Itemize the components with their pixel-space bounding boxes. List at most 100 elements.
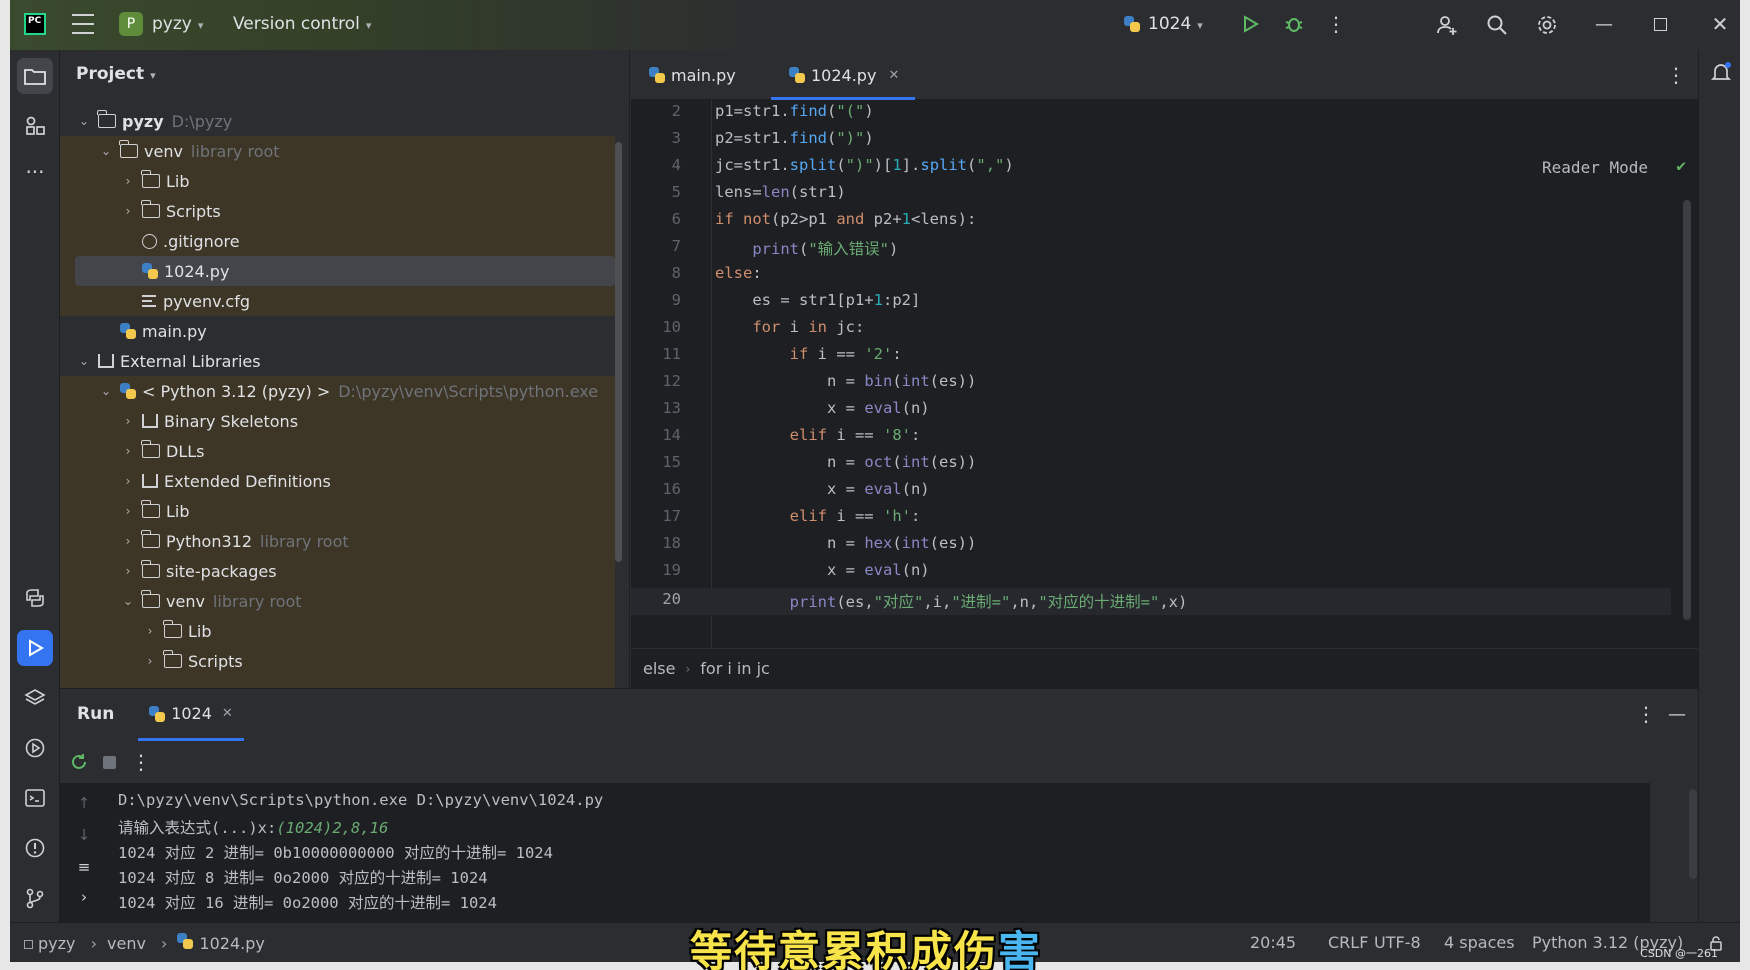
notifications-bell-icon[interactable]	[1707, 58, 1735, 86]
tree-item-pyzy[interactable]: ⌄ pyzy D:\pyzy	[60, 106, 615, 136]
file-encoding[interactable]: UTF-8	[1374, 933, 1421, 952]
chevron-right-icon[interactable]: ›	[142, 624, 158, 638]
tree-item-dlls[interactable]: › DLLs	[60, 436, 615, 466]
services-icon[interactable]	[17, 730, 53, 766]
run-icon[interactable]	[1238, 12, 1262, 36]
chevron-down-icon[interactable]: ⌄	[98, 144, 114, 158]
breadcrumb-item[interactable]: else	[643, 659, 675, 678]
chevron-down-icon[interactable]: ⌄	[76, 354, 92, 368]
status-path-item[interactable]: pyzy	[38, 934, 76, 953]
chevron-right-icon[interactable]: ›	[120, 444, 136, 458]
structure-icon[interactable]	[17, 108, 53, 144]
editor-scrollbar[interactable]	[1683, 200, 1691, 620]
run-config-selector[interactable]: 1024 ▾	[1148, 14, 1203, 34]
caret-position[interactable]: 20:45	[1250, 933, 1296, 952]
python-console-icon[interactable]	[17, 580, 53, 616]
line-number: 13	[662, 399, 681, 417]
tree-item-lib-3[interactable]: › Lib	[60, 616, 615, 646]
console-scrollbar[interactable]	[1689, 789, 1697, 879]
terminal-icon[interactable]	[17, 780, 53, 816]
tree-item-site-packages[interactable]: › site-packages	[60, 556, 615, 586]
tree-item-lib[interactable]: › Lib	[60, 166, 615, 196]
breadcrumb-item[interactable]: for i in jc	[700, 659, 770, 678]
rerun-icon[interactable]	[68, 751, 90, 773]
console-line: 请输入表达式(...)x:(1024)2,8,16	[118, 816, 388, 838]
scroll-up-arrow-icon[interactable]: ↑	[74, 793, 94, 813]
project-panel-title: Project	[76, 64, 145, 84]
code-line: p2=str1.find(")")	[715, 129, 874, 147]
line-separator[interactable]: CRLF	[1328, 933, 1368, 952]
code-line: if i == '2':	[789, 345, 902, 363]
chevron-right-icon[interactable]: ›	[120, 564, 136, 578]
tree-item-binary-skeletons[interactable]: › Binary Skeletons	[60, 406, 615, 436]
status-path-item[interactable]: 1024.py	[199, 934, 264, 953]
chevron-right-icon[interactable]: ›	[120, 414, 136, 428]
run-tool-icon[interactable]	[17, 630, 53, 666]
chevron-right-icon[interactable]: ›	[142, 654, 158, 668]
tab-1024-py[interactable]: 1024.py ✕	[771, 50, 916, 100]
status-path-item[interactable]: venv	[107, 934, 146, 953]
add-user-icon[interactable]	[1434, 12, 1460, 38]
tree-item-venv-2[interactable]: ⌄ venv library root	[60, 586, 615, 616]
tab-main-py[interactable]: main.py	[649, 50, 736, 100]
close-tab-icon[interactable]: ✕	[888, 68, 899, 83]
more-tools-icon[interactable]: ···	[17, 154, 53, 190]
tree-item-venv[interactable]: ⌄ venv library root	[60, 136, 615, 166]
run-tab-1024[interactable]: 1024 ✕	[138, 689, 244, 741]
run-toolbar-more-icon[interactable]: ⋮	[131, 750, 151, 774]
debug-icon[interactable]	[1282, 12, 1306, 36]
chevron-down-icon[interactable]: ⌄	[98, 384, 114, 398]
code-line: lens=len(str1)	[715, 183, 846, 201]
project-panel-header[interactable]: Project ▾	[76, 64, 156, 84]
folder-icon	[163, 620, 182, 638]
ignore-file-icon	[142, 233, 157, 249]
minimize-icon[interactable]: —	[1592, 12, 1616, 36]
project-badge[interactable]: P	[119, 12, 143, 36]
console-output[interactable]: D:\pyzy\venv\Scripts\python.exe D:\pyzy\…	[110, 783, 1650, 923]
close-run-tab-icon[interactable]: ✕	[222, 706, 233, 721]
tree-item-lib-2[interactable]: › Lib	[60, 496, 615, 526]
chevron-right-icon[interactable]: ›	[74, 887, 94, 907]
main-menu-icon[interactable]	[72, 14, 94, 34]
tree-item-1024-py[interactable]: 1024.py	[75, 256, 615, 286]
settings-gear-icon[interactable]	[1534, 12, 1560, 38]
more-actions-icon[interactable]: ⋮	[1326, 12, 1346, 36]
chevron-right-icon[interactable]: ›	[120, 204, 136, 218]
editor-tabs-menu-icon[interactable]: ⋮	[1666, 63, 1686, 87]
maximize-icon[interactable]	[1650, 14, 1670, 34]
pycharm-logo-icon[interactable]: PC	[24, 13, 46, 35]
code-area[interactable]: 2 3 4 5 6 7 8 9 10 11 12 13 14 15 16 17 …	[631, 100, 1698, 648]
run-panel-options-icon[interactable]: ⋮	[1636, 702, 1656, 726]
vcs-menu[interactable]: Version control ▾	[233, 14, 371, 34]
close-window-icon[interactable]: ✕	[1708, 12, 1732, 36]
stop-icon[interactable]	[100, 753, 118, 771]
chevron-right-icon[interactable]: ›	[120, 504, 136, 518]
chevron-right-icon[interactable]: ›	[120, 174, 136, 188]
indent-setting[interactable]: 4 spaces	[1444, 933, 1515, 952]
chevron-right-icon[interactable]: ›	[120, 534, 136, 548]
search-icon[interactable]	[1484, 12, 1510, 38]
tree-item-gitignore[interactable]: .gitignore	[60, 226, 615, 256]
soft-wrap-icon[interactable]: ≡	[74, 857, 94, 877]
tree-item-pyvenv-cfg[interactable]: pyvenv.cfg	[60, 286, 615, 316]
hide-panel-icon[interactable]: —	[1666, 703, 1688, 725]
project-tool-folder-icon[interactable]	[17, 58, 53, 94]
chevron-right-icon[interactable]: ›	[120, 474, 136, 488]
reader-mode-button[interactable]: Reader Mode	[1542, 158, 1648, 177]
tree-item-python-sdk[interactable]: ⌄ < Python 3.12 (pyzy) > D:\pyzy\venv\Scri…	[60, 376, 615, 406]
layers-icon[interactable]	[17, 680, 53, 716]
tree-item-scripts-2[interactable]: › Scripts	[60, 646, 615, 676]
tree-item-python312[interactable]: › Python312 library root	[60, 526, 615, 556]
git-branch-icon[interactable]	[17, 880, 53, 916]
tree-item-external-libraries[interactable]: ⌄ External Libraries	[60, 346, 615, 376]
tree-item-scripts[interactable]: › Scripts	[60, 196, 615, 226]
inspection-ok-check-icon[interactable]: ✔	[1676, 156, 1686, 175]
project-scrollbar[interactable]	[615, 142, 622, 562]
tree-item-extended-definitions[interactable]: › Extended Definitions	[60, 466, 615, 496]
chevron-down-icon[interactable]: ⌄	[120, 594, 136, 608]
problems-icon[interactable]	[17, 830, 53, 866]
chevron-down-icon[interactable]: ⌄	[76, 114, 92, 128]
project-switcher[interactable]: pyzy ▾	[152, 14, 203, 34]
scroll-down-arrow-icon[interactable]: ↓	[74, 825, 94, 845]
tree-item-main-py[interactable]: main.py	[60, 316, 615, 346]
